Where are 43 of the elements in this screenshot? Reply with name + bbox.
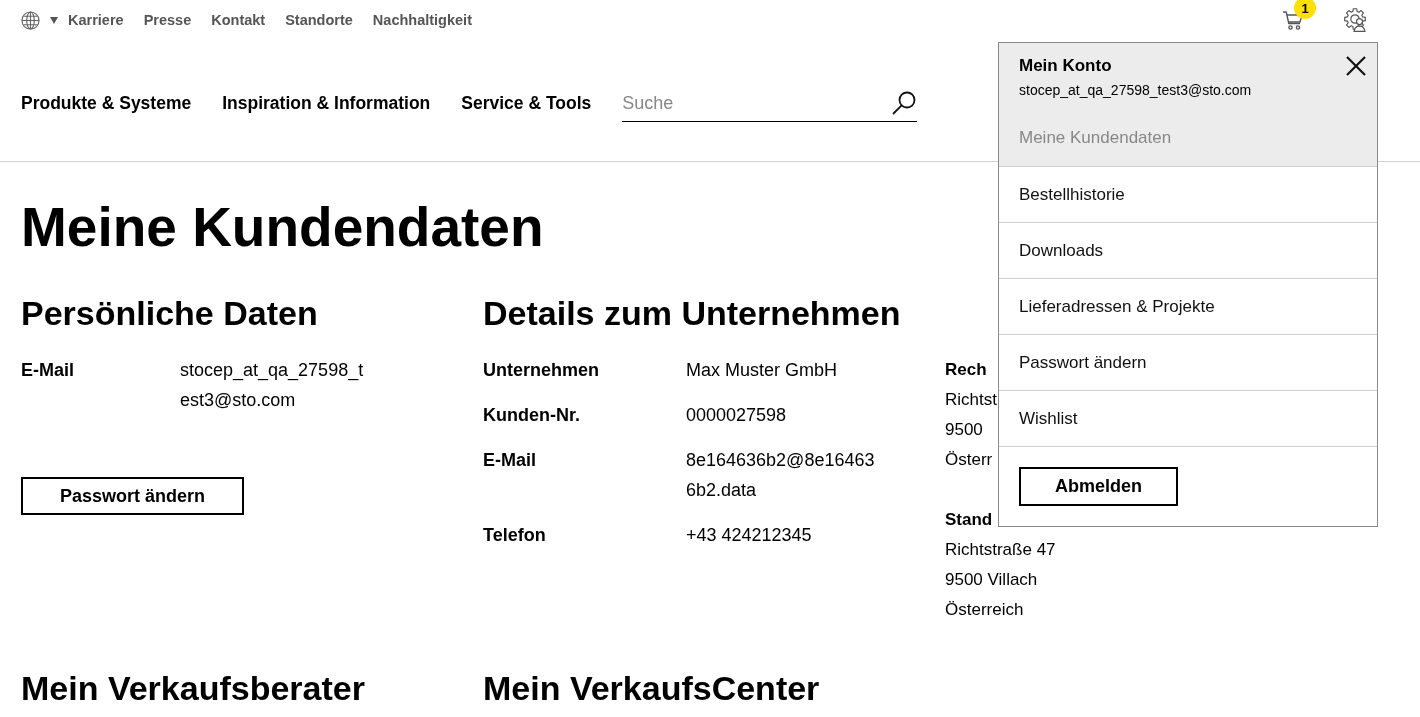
section-heading: Mein VerkaufsCenter (483, 668, 820, 709)
address-heading: Rech (945, 359, 987, 381)
address-line: Österr (945, 449, 993, 471)
top-nav-link[interactable]: Karriere (68, 11, 124, 29)
top-nav-link[interactable]: Standorte (285, 11, 353, 29)
field-label: E-Mail (21, 359, 75, 382)
logout-button[interactable]: Abmelden (1019, 467, 1178, 506)
address-heading: Stand (945, 509, 993, 531)
field-value: Max Muster GmbH (686, 359, 839, 382)
field-label: Telefon (483, 524, 547, 547)
field-label: Unternehmen (483, 359, 600, 382)
field-value: +43 424212345 (686, 524, 813, 547)
field-value: 0000027598 (686, 404, 788, 427)
section-heading: Mein Verkaufsberater (21, 668, 365, 709)
address-line: 9500 (945, 419, 983, 441)
account-email: stocep_at_qa_27598_test3@sto.com (1019, 81, 1252, 100)
address-line: 9500 Villach (945, 569, 1038, 591)
globe-icon[interactable] (21, 10, 40, 30)
menu-title: Mein Konto (1019, 55, 1112, 77)
search-icon[interactable] (891, 90, 918, 116)
main-nav-link[interactable]: Inspiration & Information (222, 91, 431, 114)
change-password-button[interactable]: Passwort ändern (21, 477, 244, 515)
field-value: stocep_at_qa_27598_test3@sto.com (180, 359, 365, 412)
section-heading: Details zum Unternehmen (483, 293, 901, 334)
address-line: Richtst (945, 389, 997, 411)
main-nav-link[interactable]: Service & Tools (461, 91, 592, 114)
field-value: 8e164636b2@8e164636b2.data (686, 449, 876, 502)
address-line: Österreich (945, 599, 1024, 621)
caret-icon[interactable] (50, 16, 58, 24)
top-nav-link[interactable]: Kontakt (211, 11, 266, 29)
cart-count-badge: 1 (1294, 0, 1316, 19)
cart-icon[interactable] (1282, 9, 1304, 31)
page-title: Meine Kundendaten (21, 195, 544, 260)
top-nav-link[interactable]: Nachhaltigkeit (372, 11, 472, 29)
section-heading: Persönliche Daten (21, 293, 318, 334)
main-nav-link[interactable]: Produkte & Systeme (21, 91, 192, 114)
gear-user-icon[interactable] (1344, 8, 1368, 32)
field-label: E-Mail (483, 449, 537, 472)
top-nav-link[interactable]: Presse (143, 11, 192, 29)
field-label: Kunden-Nr. (483, 404, 581, 427)
address-line: Richtstraße 47 (945, 539, 1056, 561)
search-input[interactable]: Suche (622, 92, 892, 114)
close-icon[interactable] (1346, 56, 1366, 76)
